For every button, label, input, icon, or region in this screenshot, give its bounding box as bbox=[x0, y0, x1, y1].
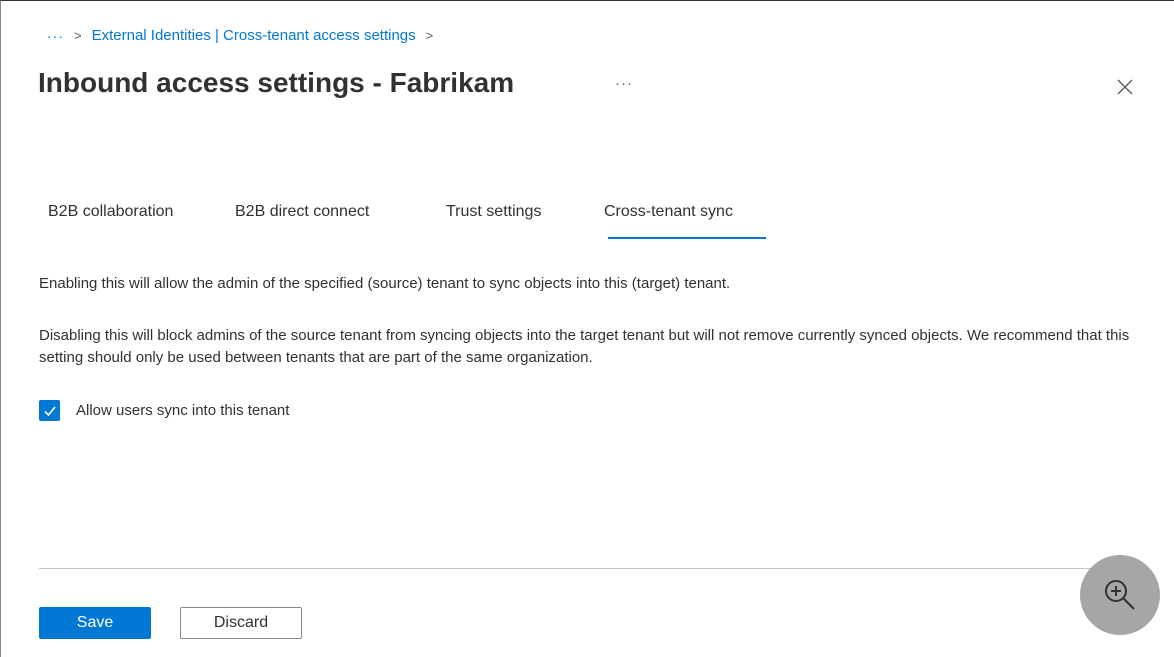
zoom-in-icon bbox=[1105, 580, 1135, 610]
breadcrumb-more-button[interactable]: ··· bbox=[47, 28, 64, 44]
allow-users-sync-option[interactable]: Allow users sync into this tenant bbox=[39, 400, 289, 421]
zoom-button[interactable] bbox=[1080, 555, 1160, 635]
page-title: Inbound access settings - Fabrikam bbox=[38, 67, 515, 98]
breadcrumb: ··· > External Identities | Cross-tenant… bbox=[47, 27, 433, 44]
more-options-button[interactable]: ··· bbox=[615, 75, 633, 92]
tab-cross-tenant-sync[interactable]: Cross-tenant sync bbox=[594, 195, 774, 239]
allow-users-sync-checkbox[interactable] bbox=[39, 400, 60, 421]
discard-button[interactable]: Discard bbox=[180, 607, 302, 639]
description-disabling: Disabling this will block admins of the … bbox=[39, 327, 1130, 366]
save-button[interactable]: Save bbox=[39, 607, 151, 639]
checkmark-icon bbox=[43, 405, 56, 416]
blade-panel: ··· > External Identities | Cross-tenant… bbox=[0, 0, 1174, 657]
allow-users-sync-label: Allow users sync into this tenant bbox=[76, 402, 290, 419]
breadcrumb-separator: > bbox=[425, 28, 434, 43]
close-icon bbox=[1117, 79, 1133, 95]
tab-list: B2B collaboration B2B direct connect Tru… bbox=[38, 195, 774, 239]
tab-b2b-direct-connect[interactable]: B2B direct connect bbox=[225, 195, 436, 239]
description-enabling: Enabling this will allow the admin of th… bbox=[39, 275, 731, 292]
footer-divider bbox=[39, 568, 1137, 569]
tab-trust-settings[interactable]: Trust settings bbox=[436, 195, 594, 239]
tab-b2b-collaboration[interactable]: B2B collaboration bbox=[38, 195, 225, 239]
breadcrumb-separator: > bbox=[74, 28, 82, 43]
close-button[interactable] bbox=[1114, 76, 1136, 98]
breadcrumb-link-cross-tenant-access-settings[interactable]: External Identities | Cross-tenant acces… bbox=[92, 27, 416, 44]
